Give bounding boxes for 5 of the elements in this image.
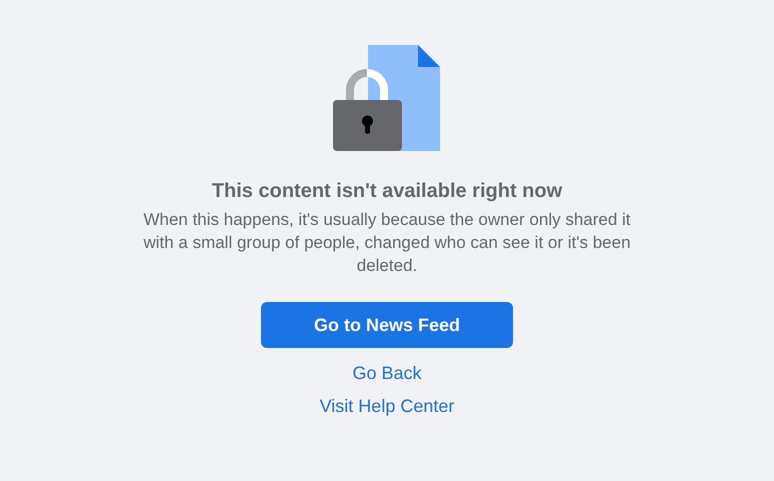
error-title: This content isn't available right now xyxy=(212,179,562,204)
text-link[interactable]: Go Back xyxy=(352,362,422,385)
text-link[interactable]: Visit Help Center xyxy=(320,395,454,418)
news-feed-button[interactable]: Go to News Feed xyxy=(261,302,513,348)
error-message: When this happens, it's usually because the owner only shared it with a small group of people, changed who can see it or it's been deleted. xyxy=(142,209,632,277)
